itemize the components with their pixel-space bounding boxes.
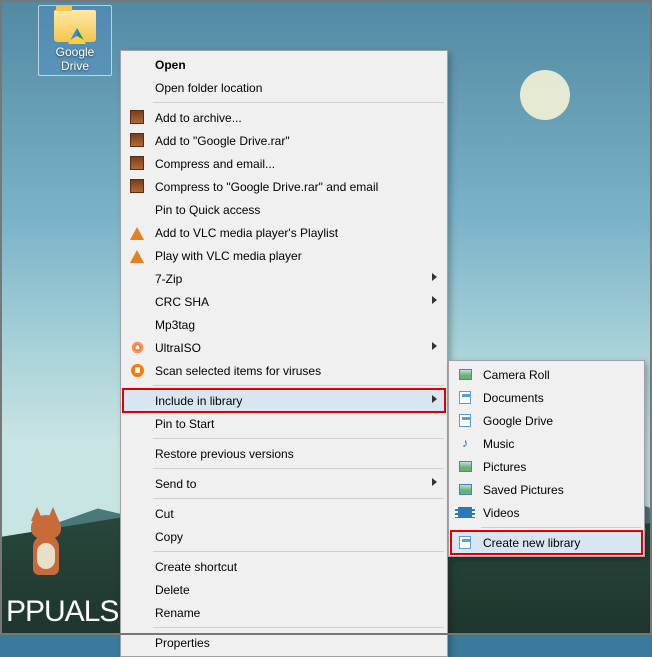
library-icon xyxy=(457,412,473,428)
menu-delete[interactable]: Delete xyxy=(123,578,445,601)
library-videos[interactable]: Videos xyxy=(451,501,642,524)
menu-compress-email[interactable]: Compress and email... xyxy=(123,152,445,175)
separator xyxy=(481,527,641,528)
library-google-drive[interactable]: Google Drive xyxy=(451,409,642,432)
site-logo: PPUALS xyxy=(6,595,118,629)
library-documents[interactable]: Documents xyxy=(451,386,642,409)
avast-icon xyxy=(129,362,145,378)
library-create-new[interactable]: Create new library xyxy=(451,531,642,554)
menu-open[interactable]: Open xyxy=(123,53,445,76)
winrar-icon xyxy=(129,155,145,171)
menu-create-shortcut[interactable]: Create shortcut xyxy=(123,555,445,578)
submenu-arrow-icon xyxy=(432,478,437,486)
winrar-icon xyxy=(129,178,145,194)
menu-vlc-add-playlist[interactable]: Add to VLC media player's Playlist xyxy=(123,221,445,244)
menu-properties[interactable]: Properties xyxy=(123,631,445,654)
separator xyxy=(153,102,444,103)
menu-vlc-play[interactable]: Play with VLC media player xyxy=(123,244,445,267)
music-icon: ♪ xyxy=(457,435,473,451)
menu-add-to-archive[interactable]: Add to archive... xyxy=(123,106,445,129)
library-music[interactable]: ♪Music xyxy=(451,432,642,455)
menu-cut[interactable]: Cut xyxy=(123,502,445,525)
menu-compress-rar-email[interactable]: Compress to "Google Drive.rar" and email xyxy=(123,175,445,198)
folder-icon xyxy=(54,10,96,42)
menu-pin-quick-access[interactable]: Pin to Quick access xyxy=(123,198,445,221)
google-drive-icon xyxy=(68,28,86,44)
desktop-shortcut-google-drive[interactable]: Google Drive xyxy=(38,5,112,76)
video-icon xyxy=(457,504,473,520)
separator xyxy=(153,551,444,552)
winrar-icon xyxy=(129,109,145,125)
context-menu: Open Open folder location Add to archive… xyxy=(120,50,448,657)
menu-pin-to-start[interactable]: Pin to Start xyxy=(123,412,445,435)
vlc-icon xyxy=(129,224,145,240)
separator xyxy=(153,385,444,386)
separator xyxy=(153,498,444,499)
wallpaper-moon xyxy=(520,70,570,120)
menu-add-to-rar[interactable]: Add to "Google Drive.rar" xyxy=(123,129,445,152)
separator xyxy=(153,627,444,628)
submenu-include-in-library: Camera Roll Documents Google Drive ♪Musi… xyxy=(448,360,645,557)
menu-crc-sha[interactable]: CRC SHA xyxy=(123,290,445,313)
library-camera-roll[interactable]: Camera Roll xyxy=(451,363,642,386)
document-icon xyxy=(457,389,473,405)
menu-ultraiso[interactable]: UltraISO xyxy=(123,336,445,359)
pictures-icon xyxy=(457,366,473,382)
library-pictures[interactable]: Pictures xyxy=(451,455,642,478)
submenu-arrow-icon xyxy=(432,395,437,403)
menu-rename[interactable]: Rename xyxy=(123,601,445,624)
pictures-icon xyxy=(457,458,473,474)
menu-send-to[interactable]: Send to xyxy=(123,472,445,495)
menu-restore-previous-versions[interactable]: Restore previous versions xyxy=(123,442,445,465)
ultraiso-icon xyxy=(129,339,145,355)
submenu-arrow-icon xyxy=(432,296,437,304)
pictures-icon xyxy=(457,481,473,497)
vlc-icon xyxy=(129,247,145,263)
menu-avast-scan[interactable]: Scan selected items for viruses xyxy=(123,359,445,382)
menu-mp3tag[interactable]: Mp3tag xyxy=(123,313,445,336)
winrar-icon xyxy=(129,132,145,148)
separator xyxy=(153,438,444,439)
library-icon xyxy=(457,534,473,550)
wallpaper-fox xyxy=(25,505,75,575)
separator xyxy=(153,468,444,469)
library-saved-pictures[interactable]: Saved Pictures xyxy=(451,478,642,501)
submenu-arrow-icon xyxy=(432,273,437,281)
menu-7zip[interactable]: 7-Zip xyxy=(123,267,445,290)
menu-open-folder-location[interactable]: Open folder location xyxy=(123,76,445,99)
menu-include-in-library[interactable]: Include in library xyxy=(123,389,445,412)
shortcut-label: Google Drive xyxy=(41,45,109,73)
menu-copy[interactable]: Copy xyxy=(123,525,445,548)
submenu-arrow-icon xyxy=(432,342,437,350)
